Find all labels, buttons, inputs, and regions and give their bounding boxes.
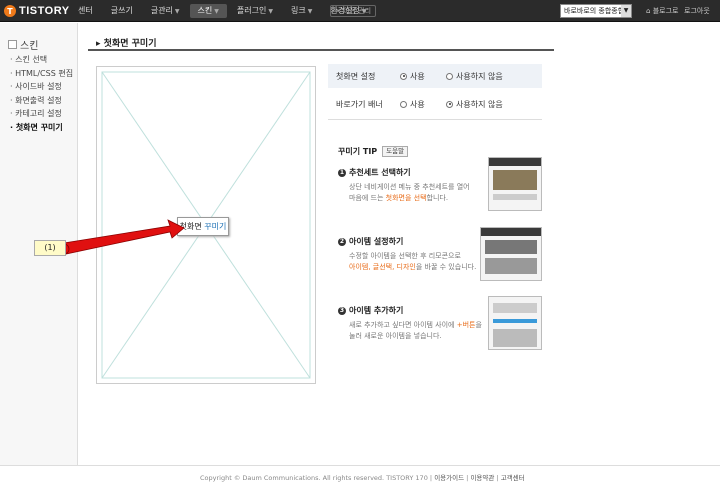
radio-unchecked-icon — [400, 100, 407, 108]
tip-text: 을 바꿀 수 있습니다. — [415, 263, 477, 271]
settings-divider — [328, 119, 542, 120]
radio-label: 사용하지 않음 — [456, 99, 503, 109]
shortcut-banner-row: 바로가기 배너 사용 사용하지 않음 — [328, 92, 542, 116]
banner-use-radio[interactable]: 사용 — [400, 99, 425, 110]
tip-line: 새로 추가하고 싶다면 아이템 사이에 +버튼을 — [349, 320, 488, 331]
tip-title-text: 추천세트 선택하기 — [349, 168, 411, 177]
tip-description: 상단 네비게이션 메뉴 중 추천세트를 열어 마음에 드는 첫화면을 선택합니다… — [349, 182, 488, 204]
radio-label: 사용 — [410, 71, 425, 81]
radio-label: 사용하지 않음 — [456, 71, 503, 81]
tip-text: 마음에 드는 — [349, 194, 386, 202]
tip-thumbnail-item-settings — [480, 227, 542, 281]
step-number-icon: 1 — [338, 168, 346, 177]
step-number-icon: 2 — [338, 237, 346, 246]
tip-item: 2 아이템 설정하기 수정할 아이템을 선택한 후 리모콘으로 아이템, 글선택,… — [338, 236, 488, 273]
tip-text: 합니다. — [426, 194, 449, 202]
tip-title-text: 아이템 추가하기 — [349, 306, 404, 315]
tip-thumbnail-recommended-set — [488, 157, 542, 211]
tip-highlight: 첫화면을 선택 — [385, 194, 427, 202]
front-page-not-use-radio[interactable]: 사용하지 않음 — [446, 71, 503, 82]
tip-title: 2 아이템 설정하기 — [338, 236, 488, 247]
front-page-use-radio[interactable]: 사용 — [400, 71, 425, 82]
tip-line: 눌러 새로운 아이템을 넣습니다. — [349, 332, 442, 340]
annotation-callout: (1) — [34, 240, 66, 256]
footer-support-link[interactable]: 고객센터 — [501, 474, 525, 482]
tip-item: 3 아이템 추가하기 새로 추가하고 싶다면 아이템 사이에 +버튼을 눌러 새로… — [338, 305, 488, 342]
tip-description: 수정할 아이템을 선택한 후 리모콘으로 아이템, 글선택, 디자인을 바꿀 수… — [349, 251, 488, 273]
radio-checked-icon — [446, 100, 453, 108]
front-page-setting-row: 첫화면 설정 사용 사용하지 않음 — [328, 64, 542, 88]
tip-title: 1 추천세트 선택하기 — [338, 167, 488, 178]
radio-checked-icon — [400, 72, 407, 80]
help-button[interactable]: 도움말 — [382, 146, 409, 157]
front-page-setting-label: 첫화면 설정 — [336, 71, 376, 81]
tips-heading-text: 꾸미기 TIP — [338, 147, 378, 156]
tip-thumbnail-add-item — [488, 296, 542, 350]
tip-text: 새로 추가하고 싶다면 아이템 사이에 — [349, 321, 457, 329]
footer: Copyright © Daum Communications. All rig… — [200, 474, 525, 482]
footer-terms-link[interactable]: 이용약관 — [470, 474, 494, 482]
settings-panel: 첫화면 설정 사용 사용하지 않음 바로가기 배너 사용 사용하지 않음 — [328, 64, 542, 120]
tip-line: 수정할 아이템을 선택한 후 리모콘으로 — [349, 252, 461, 260]
tip-line: 아이템, 글선택, 디자인을 바꿀 수 있습니다. — [349, 262, 488, 273]
tip-title: 3 아이템 추가하기 — [338, 305, 488, 316]
tip-line: 상단 네비게이션 메뉴 중 추천세트를 열어 — [349, 183, 470, 191]
copyright-text: Copyright © Daum Communications. All rig… — [200, 474, 428, 482]
footer-divider — [0, 465, 720, 466]
tip-highlight: +버튼 — [456, 321, 476, 329]
tip-highlight: 아이템, 글선택, 디자인 — [349, 263, 416, 271]
banner-not-use-radio[interactable]: 사용하지 않음 — [446, 99, 503, 110]
shortcut-banner-label: 바로가기 배너 — [336, 99, 383, 109]
tip-text: 을 — [475, 321, 482, 329]
footer-guide-link[interactable]: 이용가이드 — [434, 474, 464, 482]
radio-unchecked-icon — [446, 72, 453, 80]
tips-heading: 꾸미기 TIP 도움말 — [338, 146, 409, 157]
tip-description: 새로 추가하고 싶다면 아이템 사이에 +버튼을 눌러 새로운 아이템을 넣습니… — [349, 320, 488, 342]
radio-label: 사용 — [410, 99, 425, 109]
tip-item: 1 추천세트 선택하기 상단 네비게이션 메뉴 중 추천세트를 열어 마음에 드는… — [338, 167, 488, 204]
step-number-icon: 3 — [338, 306, 346, 315]
tip-title-text: 아이템 설정하기 — [349, 237, 404, 246]
tip-line: 마음에 드는 첫화면을 선택합니다. — [349, 193, 488, 204]
